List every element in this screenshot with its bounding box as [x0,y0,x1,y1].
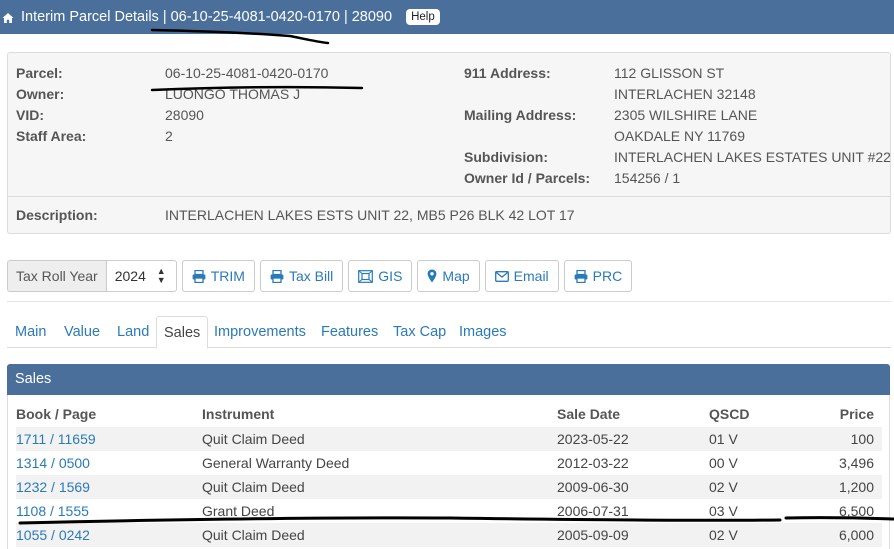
vid-label: VID: [16,107,44,123]
instrument-cell: Quit Claim Deed [202,479,305,495]
email-button[interactable]: Email [484,260,559,292]
instrument-cell: Quit Claim Deed [202,431,305,447]
mailing-address-city: OAKDALE NY 11769 [614,128,746,144]
description-label: Description: [16,207,98,223]
owner-label: Owner: [16,86,65,102]
book-page-link[interactable]: 1711 / 11659 [16,427,96,451]
instrument-cell: Quit Claim Deed [202,527,305,543]
gis-icon [358,269,374,283]
gis-button[interactable]: GIS [348,260,413,292]
sale-date-cell: 2023-05-22 [557,431,629,447]
address-911-label: 911 Address: [464,65,551,81]
address-911-value: 112 GLISSON ST [614,65,725,81]
tab-improvements[interactable]: Improvements [214,316,306,348]
tab-features[interactable]: Features [321,316,378,348]
subdivision-label: Subdivision: [464,149,548,165]
sales-panel-header: Sales [7,364,890,395]
page-title: Interim Parcel Details | 06-10-25-4081-0… [21,9,393,25]
subdivision-value: INTERLACHEN LAKES ESTATES UNIT #22 [614,149,891,165]
price-cell: 6,000 [838,527,874,543]
sale-date-cell: 2006-07-31 [557,503,629,519]
tax-roll-year-value: 2024 [114,268,146,284]
help-button[interactable]: Help [406,9,440,25]
mailing-address-label: Mailing Address: [464,107,577,123]
table-row: 1314 / 0500 General Warranty Deed 2012-0… [16,451,882,475]
table-row: 1108 / 1555 Grant Deed 2006-07-31 03 V 6… [16,499,882,523]
owner-id-label: Owner Id / Parcels: [464,170,591,186]
table-row: 1232 / 1569 Quit Claim Deed 2009-06-30 0… [16,475,882,499]
book-page-link[interactable]: 1232 / 1569 [16,475,90,499]
price-cell: 100 [850,431,874,447]
map-marker-icon [428,269,437,283]
envelope-icon [494,270,509,282]
column-header-qscd[interactable]: QSCD [709,402,749,426]
parcel-value: 06-10-25-4081-0420-0170 [165,65,329,81]
tax-roll-year-label: Tax Roll Year [7,260,106,292]
parcel-details-panel: Parcel: 06-10-25-4081-0420-0170 Owner: L… [7,52,891,234]
title-bar: Interim Parcel Details | 06-10-25-4081-0… [0,0,894,34]
gis-button-label: GIS [378,268,403,284]
description-value: INTERLACHEN LAKES ESTS UNIT 22, MB5 P26 … [165,207,575,223]
table-row: 1711 / 11659 Quit Claim Deed 2023-05-22 … [16,427,882,451]
print-icon [192,269,206,283]
qscd-cell: 02 V [709,479,738,495]
prc-button[interactable]: PRC [563,260,633,292]
email-button-label: Email [513,268,549,284]
instrument-cell: General Warranty Deed [202,455,350,471]
toolbar-separator [7,301,891,302]
print-icon [574,269,588,283]
address-911-city: INTERLACHEN 32148 [614,86,756,102]
price-cell: 3,496 [838,455,874,471]
tab-land[interactable]: Land [117,316,149,348]
qscd-cell: 02 V [709,527,738,543]
tax-roll-year-select[interactable]: 2024 ▲ ▼ [105,260,177,292]
trim-button-label: TRIM [210,268,245,284]
vid-value: 28090 [165,107,204,123]
tax-bill-button-label: Tax Bill [288,268,334,284]
sort-caret-icon: ▲ ▼ [156,266,166,285]
staff-area-value: 2 [165,128,173,144]
sale-date-cell: 2009-06-30 [557,479,629,495]
prc-button-label: PRC [592,268,623,284]
instrument-cell: Grant Deed [202,503,275,519]
column-header-sale-date[interactable]: Sale Date [557,402,620,426]
column-header-price[interactable]: Price [840,402,874,426]
tab-value[interactable]: Value [64,316,100,348]
staff-area-label: Staff Area: [16,128,87,144]
map-button-label: Map [442,268,470,284]
column-header-book-page[interactable]: Book / Page [16,402,96,426]
price-cell: 6,500 [838,503,874,519]
sales-table-header: Book / Page Instrument Sale Date QSCD Pr… [16,402,882,426]
sale-date-cell: 2005-09-09 [557,527,629,543]
tab-main[interactable]: Main [15,316,46,348]
map-button[interactable]: Map [417,260,480,292]
price-cell: 1,200 [838,479,874,495]
sale-date-cell: 2012-03-22 [557,455,629,471]
details-divider [8,196,890,197]
tab-sales[interactable]: Sales [156,316,209,349]
tab-tax-cap[interactable]: Tax Cap [393,316,446,348]
book-page-link[interactable]: 1314 / 0500 [16,451,90,475]
qscd-cell: 01 V [709,431,738,447]
book-page-link[interactable]: 1055 / 0242 [16,523,90,547]
tab-bar: Main Value Land Sales Improvements Featu… [7,316,891,349]
column-header-instrument[interactable]: Instrument [202,402,274,426]
tax-bill-button[interactable]: Tax Bill [259,260,344,292]
owner-value: LUONGO THOMAS J [165,86,301,102]
trim-button[interactable]: TRIM [181,260,255,292]
qscd-cell: 00 V [709,455,738,471]
owner-id-value: 154256 / 1 [614,170,681,186]
book-page-link[interactable]: 1108 / 1555 [16,499,89,523]
print-icon [270,269,284,283]
qscd-cell: 03 V [709,503,738,519]
tab-images[interactable]: Images [459,316,507,348]
parcel-label: Parcel: [16,65,63,81]
table-row: 1055 / 0242 Quit Claim Deed 2005-09-09 0… [16,523,882,547]
mailing-address-value: 2305 WILSHIRE LANE [614,107,758,123]
home-icon[interactable] [2,11,14,23]
toolbar: Tax Roll Year 2024 ▲ ▼ TRIM Tax Bill GIS … [7,260,633,292]
